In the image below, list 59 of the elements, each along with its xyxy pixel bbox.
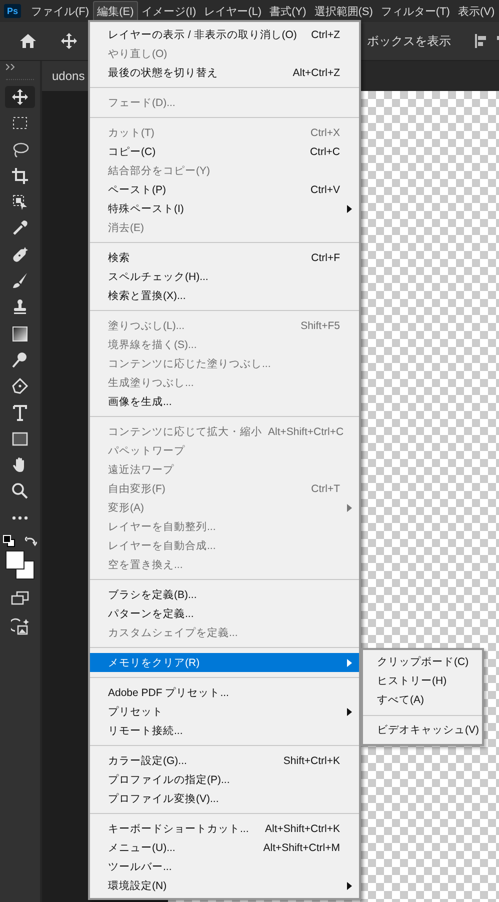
generate-image-icon[interactable]: [11, 618, 29, 636]
menu-item[interactable]: スペルチェック(H)...: [90, 267, 359, 286]
menu-item[interactable]: パターンを定義...: [90, 604, 359, 623]
menu-bar-item[interactable]: レイヤー(L): [200, 0, 266, 22]
menu-bar-item[interactable]: フィルター(T): [376, 0, 454, 22]
menu-item[interactable]: ブラシを定義(B)...: [90, 585, 359, 604]
menu-item[interactable]: ツールバー...: [90, 857, 359, 876]
swap-colors-icon[interactable]: [25, 535, 37, 548]
tool-button[interactable]: [5, 86, 35, 108]
menu-item[interactable]: ビデオキャッシュ(V): [363, 721, 482, 740]
menu-item[interactable]: キーボードショートカット... Alt+Shift+Ctrl+K: [90, 819, 359, 838]
type-icon: [11, 404, 29, 422]
gradient-icon: [11, 324, 29, 343]
menu-bar-item[interactable]: 編集(E): [93, 0, 138, 22]
menu-bar-item[interactable]: 選択範囲(S): [310, 0, 377, 22]
home-icon[interactable]: [19, 33, 37, 49]
move-icon: [11, 88, 29, 106]
dodge-icon: [11, 350, 29, 369]
menu-item[interactable]: プロファイルの指定(P)...: [90, 770, 359, 789]
object-select-icon: [11, 193, 29, 212]
pen-icon: [11, 377, 29, 396]
menu-item[interactable]: プリセット: [90, 702, 359, 721]
menu-bar-item[interactable]: 表示(V): [454, 0, 499, 22]
lasso-icon: [11, 140, 29, 159]
zoom-icon: [11, 482, 29, 500]
menu-item[interactable]: 検索 Ctrl+F: [90, 248, 359, 267]
color-swatches[interactable]: [5, 550, 35, 580]
stamp-icon: [11, 298, 29, 316]
menu-item[interactable]: カラー設定(G)... Shift+Ctrl+K: [90, 751, 359, 770]
app-logo[interactable]: Ps: [4, 4, 22, 18]
menu-item[interactable]: 画像を生成...: [90, 392, 359, 411]
menu-item[interactable]: ヒストリー(H): [363, 672, 482, 691]
menu-item[interactable]: レイヤーの表示 / 非表示の取り消し(O) Ctrl+Z: [90, 25, 359, 44]
more-icon: [11, 516, 29, 520]
menu-item[interactable]: メニュー(U)... Alt+Shift+Ctrl+M: [90, 838, 359, 857]
menu-item[interactable]: プロファイル変換(V)...: [90, 789, 359, 808]
collapse-icon[interactable]: [6, 64, 15, 70]
option-label: ボックスを表示: [367, 32, 451, 50]
menu-bar-item[interactable]: ファイル(F): [27, 0, 94, 22]
rectangle-icon: [11, 430, 29, 448]
menu-item[interactable]: Adobe PDF プリセット...: [90, 683, 359, 702]
menu-item[interactable]: ペースト(P) Ctrl+V: [90, 180, 359, 199]
menu-item[interactable]: リモート接続...: [90, 721, 359, 740]
menu-item[interactable]: クリップボード(C): [363, 653, 482, 672]
menu-item[interactable]: 特殊ペースト(I): [90, 199, 359, 218]
menu-bar-item[interactable]: 書式(Y): [266, 0, 310, 22]
align-left-icon[interactable]: [475, 34, 489, 48]
default-colors-icon[interactable]: [3, 535, 15, 548]
menu-item[interactable]: メモリをクリア(R): [90, 653, 359, 672]
menu-item[interactable]: 環境設定(N): [90, 876, 359, 895]
move-icon[interactable]: [61, 33, 77, 49]
menu-bar-item[interactable]: イメージ(I): [138, 0, 200, 22]
eyedropper-icon: [11, 219, 29, 238]
crop-icon: [11, 166, 29, 185]
menu-item[interactable]: 検索と置換(X)...: [90, 286, 359, 305]
brush-icon: [11, 272, 29, 290]
screen-mode-icon[interactable]: [11, 590, 29, 606]
menu-item[interactable]: すべて(A): [363, 691, 482, 710]
menu-item[interactable]: コピー(C) Ctrl+C: [90, 142, 359, 161]
